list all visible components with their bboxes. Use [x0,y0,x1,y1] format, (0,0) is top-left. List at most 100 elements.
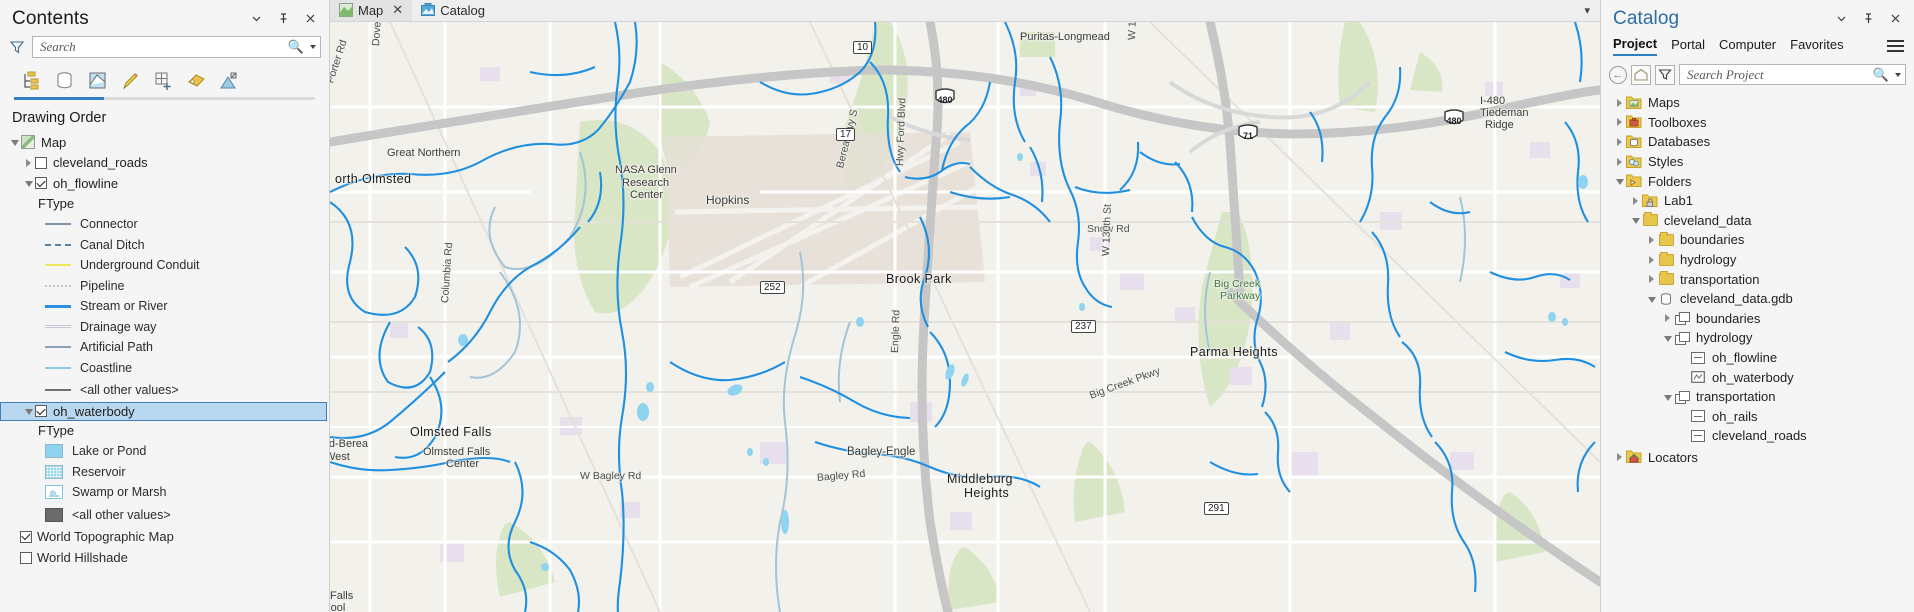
expand-collapse-icon[interactable] [1613,177,1626,186]
catalog-item-label: cleveland_roads [1712,428,1807,444]
catalog-item-locators[interactable]: Locators [1601,448,1914,468]
expand-collapse-icon[interactable] [1613,453,1626,462]
expand-collapse-icon[interactable] [1661,334,1674,342]
layer-visibility-checkbox[interactable] [20,530,32,543]
tab-catalog[interactable]: Catalog [412,0,494,21]
catalog-item-oh-waterbody[interactable]: oh_waterbody [1601,367,1914,387]
catalog-item-oh-flowline[interactable]: oh_flowline [1601,348,1914,368]
hamburger-icon[interactable] [1887,40,1904,52]
legend-item[interactable]: Artificial Path [0,337,329,358]
pin-icon[interactable] [1861,12,1875,26]
expand-collapse-icon[interactable] [1645,275,1658,284]
filter-icon[interactable] [8,38,26,56]
search-input-wrapper[interactable]: 🔍 [32,36,321,58]
layer-visibility-checkbox[interactable] [35,177,47,190]
layer-item-world-hillshade[interactable]: World Hillshade [0,547,329,568]
legend-item[interactable]: Coastline [0,358,329,379]
expand-collapse-icon[interactable] [22,407,35,415]
list-by-data-source-icon[interactable] [53,70,75,91]
legend-item[interactable]: Stream or River [0,296,329,317]
search-icon[interactable]: 🔍 [285,39,307,55]
map-canvas[interactable]: orth Olmsted Brook Park Olmsted Falls Pa… [330,22,1600,612]
tab-favorites[interactable]: Favorites [1790,37,1843,55]
catalog-item-transportation-folder[interactable]: transportation [1601,269,1914,289]
catalog-search-input[interactable] [1687,66,1870,83]
expand-collapse-icon[interactable] [1645,235,1658,244]
catalog-search-input-wrapper[interactable]: 🔍 [1679,64,1906,85]
legend-item[interactable]: Canal Ditch [0,235,329,256]
tab-project[interactable]: Project [1613,36,1658,56]
catalog-item-hydrology-folder[interactable]: hydrology [1601,250,1914,270]
list-by-selection-icon[interactable] [86,70,108,91]
legend-item[interactable]: Lake or Pond [0,441,329,462]
legend-item[interactable]: <all other values> [0,503,329,524]
expand-collapse-icon[interactable] [1613,98,1626,107]
expand-collapse-icon[interactable] [1613,157,1626,166]
expand-collapse-icon[interactable] [22,158,35,167]
legend-item[interactable]: Connector [0,214,329,235]
search-options-chevron-icon[interactable] [1895,72,1901,77]
list-by-labeling-icon[interactable] [185,70,207,91]
back-icon[interactable]: ← [1609,65,1627,84]
place-label: Center [446,458,480,470]
catalog-item-databases[interactable]: Databases [1601,132,1914,152]
tabstrip-overflow-chevron-icon[interactable]: ▾ [1584,4,1590,17]
list-by-charts-icon[interactable] [218,70,240,91]
expand-collapse-icon[interactable] [1661,393,1674,401]
home-icon[interactable] [1631,64,1651,85]
catalog-item-styles[interactable]: Styles [1601,152,1914,172]
list-by-drawing-order-icon[interactable] [20,70,42,91]
layer-visibility-checkbox[interactable] [35,156,47,169]
catalog-item-cleveland-data-gdb[interactable]: cleveland_data.gdb [1601,289,1914,309]
catalog-item-folders[interactable]: Folders [1601,171,1914,191]
legend-item[interactable]: Swamp or Marsh [0,482,329,503]
close-icon[interactable] [303,12,317,26]
catalog-item-toolboxes[interactable]: Toolboxes [1601,113,1914,133]
layer-item-world-topographic-map[interactable]: World Topographic Map [0,526,329,547]
layer-item-oh-flowline[interactable]: oh_flowline [0,173,329,194]
expand-collapse-icon[interactable] [1613,137,1626,146]
close-icon[interactable]: ✕ [392,2,403,18]
catalog-item-cleveland-data[interactable]: cleveland_data [1601,211,1914,231]
pin-icon[interactable] [276,12,290,26]
expand-collapse-icon[interactable] [8,138,21,147]
legend-item[interactable]: <all other values> [0,378,329,399]
list-by-snapping-icon[interactable] [152,70,174,91]
layer-visibility-checkbox[interactable] [35,405,47,417]
expand-collapse-icon[interactable] [1629,216,1642,225]
legend-item[interactable]: Drainage way [0,317,329,338]
search-input[interactable] [40,39,285,55]
legend-item[interactable]: Pipeline [0,276,329,297]
layer-item-oh-waterbody[interactable]: oh_waterbody [0,401,327,421]
catalog-item-gdb-transportation[interactable]: transportation [1601,387,1914,407]
expand-collapse-icon[interactable] [1645,255,1658,264]
legend-item[interactable]: Reservoir [0,462,329,483]
tab-portal[interactable]: Portal [1671,37,1705,55]
layer-visibility-checkbox[interactable] [20,551,32,564]
catalog-item-cleveland-roads[interactable]: cleveland_roads [1601,426,1914,446]
catalog-item-label: hydrology [1696,330,1753,346]
catalog-item-gdb-hydrology[interactable]: hydrology [1601,328,1914,348]
tab-computer[interactable]: Computer [1719,37,1776,55]
tab-map[interactable]: Map ✕ [330,0,413,21]
filter-icon[interactable] [1655,64,1675,85]
catalog-item-gdb-boundaries[interactable]: boundaries [1601,309,1914,329]
legend-item[interactable]: Underground Conduit [0,255,329,276]
expand-collapse-icon[interactable] [22,179,35,188]
close-icon[interactable] [1888,12,1902,26]
layer-item-cleveland-roads[interactable]: cleveland_roads [0,153,329,174]
catalog-item-boundaries-folder[interactable]: boundaries [1601,230,1914,250]
chevron-down-icon[interactable] [1834,12,1848,26]
catalog-item-lab1[interactable]: Lab1 [1601,191,1914,211]
expand-collapse-icon[interactable] [1661,314,1674,323]
catalog-item-oh-rails[interactable]: oh_rails [1601,407,1914,427]
catalog-item-maps[interactable]: Maps [1601,93,1914,113]
tree-item-map[interactable]: Map [0,132,329,153]
expand-collapse-icon[interactable] [1629,196,1642,205]
search-icon[interactable]: 🔍 [1870,67,1892,83]
expand-collapse-icon[interactable] [1613,118,1626,127]
search-options-chevron-icon[interactable] [310,45,316,49]
list-by-editing-icon[interactable] [119,70,141,91]
chevron-down-icon[interactable] [249,12,263,26]
expand-collapse-icon[interactable] [1645,295,1658,303]
